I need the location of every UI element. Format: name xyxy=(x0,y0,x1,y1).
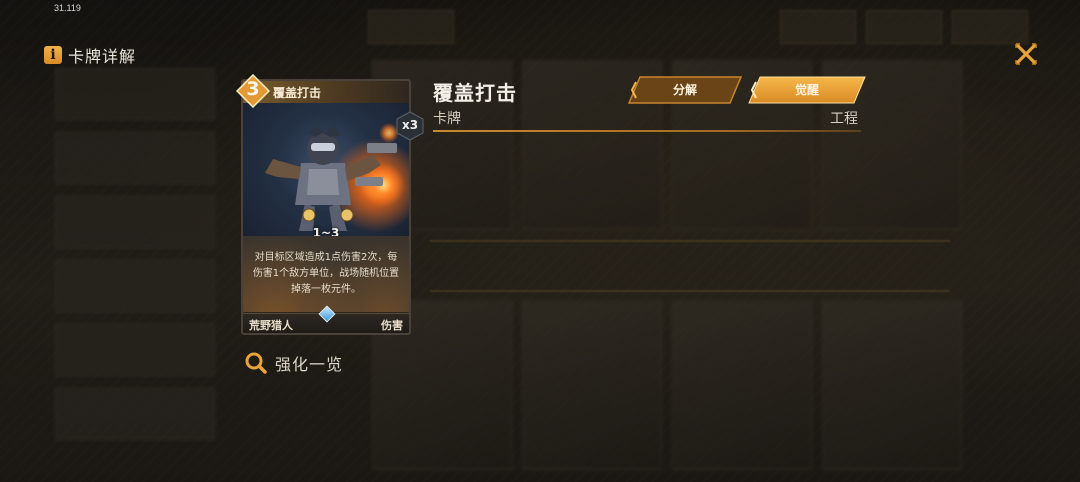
card-cost: 3 xyxy=(246,78,260,100)
card-cost-badge: 3 xyxy=(236,74,270,108)
panel-header: i 卡牌详解 xyxy=(44,43,136,67)
card-description: 对目标区域造成1点伤害2次，每伤害1个敌方单位，战场随机位置掉落一枚元件。 xyxy=(252,252,400,295)
close-button[interactable] xyxy=(1012,40,1040,68)
card-count-badge: x3 xyxy=(395,111,425,141)
detail-divider xyxy=(433,130,861,132)
awaken-button[interactable]: 觉醒 xyxy=(748,76,866,104)
info-icon: i xyxy=(44,46,62,64)
card-description-area: 对目标区域造成1点伤害2次，每伤害1个敌方单位，战场随机位置掉落一枚元件。 xyxy=(243,236,409,312)
enhance-overview-label: 强化一览 xyxy=(275,355,344,374)
card-artwork: 1~3 xyxy=(243,103,409,240)
card-faction: 荒野猎人 xyxy=(249,319,293,332)
close-icon xyxy=(1015,43,1037,65)
awaken-label: 觉醒 xyxy=(794,83,819,97)
card-kind: 伤害 xyxy=(381,319,403,332)
card-footer: 荒野猎人 伤害 xyxy=(243,305,409,333)
card-preview: 覆盖打击 1~3 对目标区域造成1点伤害2次，每伤害1个敌方单位，战场随机位置掉… xyxy=(241,79,411,335)
dismantle-button[interactable]: 分解 xyxy=(628,76,742,104)
background-game-screen xyxy=(0,0,1080,482)
search-icon xyxy=(245,352,267,374)
detail-card-faction: 工程 xyxy=(830,111,858,127)
detail-card-name: 覆盖打击 xyxy=(433,81,517,105)
enhance-overview-link[interactable]: 强化一览 xyxy=(244,351,343,375)
card-name: 覆盖打击 xyxy=(273,86,322,100)
card-count: x3 xyxy=(401,118,419,132)
detail-card-type: 卡牌 xyxy=(433,111,461,127)
panel-title: 卡牌详解 xyxy=(68,47,137,66)
status-time: 31.119 xyxy=(54,3,81,13)
dismantle-label: 分解 xyxy=(672,83,697,97)
mech-warrior-illustration xyxy=(265,123,405,231)
